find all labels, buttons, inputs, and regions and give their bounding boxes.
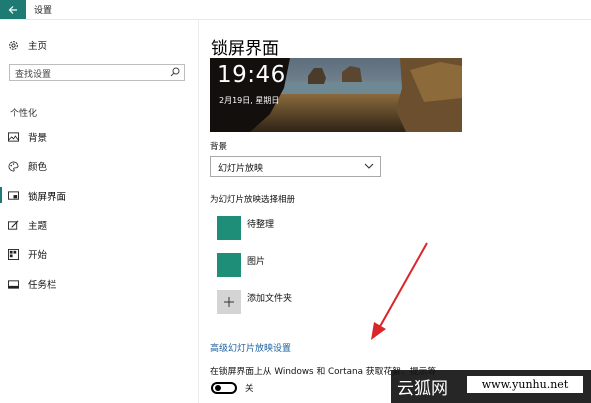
title-bar: 设置: [0, 0, 591, 20]
background-label: 背景: [210, 142, 228, 152]
back-button[interactable]: [0, 0, 26, 19]
add-folder-button[interactable]: [217, 290, 241, 314]
main-content: 锁屏界面 19:46 2月19日, 星期日 背景 幻灯片放映 为幻灯片放映选择相…: [199, 20, 591, 403]
sidebar-item-label: 任务栏: [28, 280, 57, 291]
sidebar-item-start[interactable]: 开始: [6, 245, 47, 263]
watermark-url: www.yunhu.net: [467, 376, 583, 393]
active-indicator: [0, 187, 2, 203]
page-title: 锁屏界面: [211, 39, 279, 59]
album-label: 图片: [247, 257, 266, 267]
sidebar-item-themes[interactable]: 主题: [6, 216, 47, 234]
sidebar-item-taskbar[interactable]: 任务栏: [6, 275, 57, 293]
taskbar-icon: [6, 277, 20, 291]
brush-icon: [6, 218, 20, 232]
preview-date: 2月19日, 星期日: [219, 96, 280, 105]
plus-icon: [224, 297, 234, 307]
sidebar-item-lock-screen[interactable]: 锁屏界面: [0, 187, 66, 205]
sidebar-home-label: 主页: [28, 41, 48, 52]
start-icon: [6, 247, 20, 261]
chevron-down-icon: [364, 163, 374, 169]
search-icon: [170, 67, 180, 77]
album-section-header: 为幻灯片放映选择相册: [210, 195, 296, 205]
sidebar-item-colors[interactable]: 颜色: [6, 157, 47, 175]
add-folder-label[interactable]: 添加文件夹: [247, 291, 292, 304]
sidebar-item-label: 主题: [28, 221, 48, 232]
sidebar-item-label: 开始: [28, 250, 48, 261]
sidebar-item-label: 锁屏界面: [28, 192, 67, 203]
sidebar-item-home[interactable]: 主页: [6, 36, 47, 54]
watermark: 云狐网 www.yunhu.net: [391, 370, 591, 403]
preview-time: 19:46: [217, 62, 286, 88]
picture-icon: [6, 130, 20, 144]
back-arrow-icon: [8, 5, 17, 14]
window-title: 设置: [34, 6, 53, 16]
advanced-slideshow-link[interactable]: 高级幻灯片放映设置: [210, 341, 291, 354]
album-label: 待整理: [247, 220, 275, 230]
gear-icon: [6, 38, 20, 52]
lock-screen-icon: [6, 189, 20, 203]
sidebar-item-background[interactable]: 背景: [6, 128, 47, 146]
toggle-knob: [215, 385, 221, 391]
lock-screen-preview: 19:46 2月19日, 星期日: [210, 58, 462, 132]
sidebar-item-label: 背景: [28, 133, 48, 144]
search-input[interactable]: 查找设置: [9, 64, 185, 81]
palette-icon: [6, 159, 20, 173]
sidebar: 主页 查找设置 个性化 背景 颜色 锁屏界面 主题 开始 任务栏: [0, 20, 199, 403]
search-placeholder: 查找设置: [15, 70, 52, 80]
section-header-personalization: 个性化: [10, 109, 38, 119]
background-dropdown-value: 幻灯片放映: [218, 164, 264, 174]
background-dropdown[interactable]: 幻灯片放映: [210, 156, 381, 177]
album-tile-pictures[interactable]: [217, 253, 241, 277]
cortana-tips-toggle[interactable]: [211, 382, 237, 394]
watermark-name: 云狐网: [397, 379, 448, 399]
album-tile-pending[interactable]: [217, 216, 241, 240]
sidebar-item-label: 颜色: [28, 162, 48, 173]
toggle-state-label: 关: [245, 384, 254, 394]
